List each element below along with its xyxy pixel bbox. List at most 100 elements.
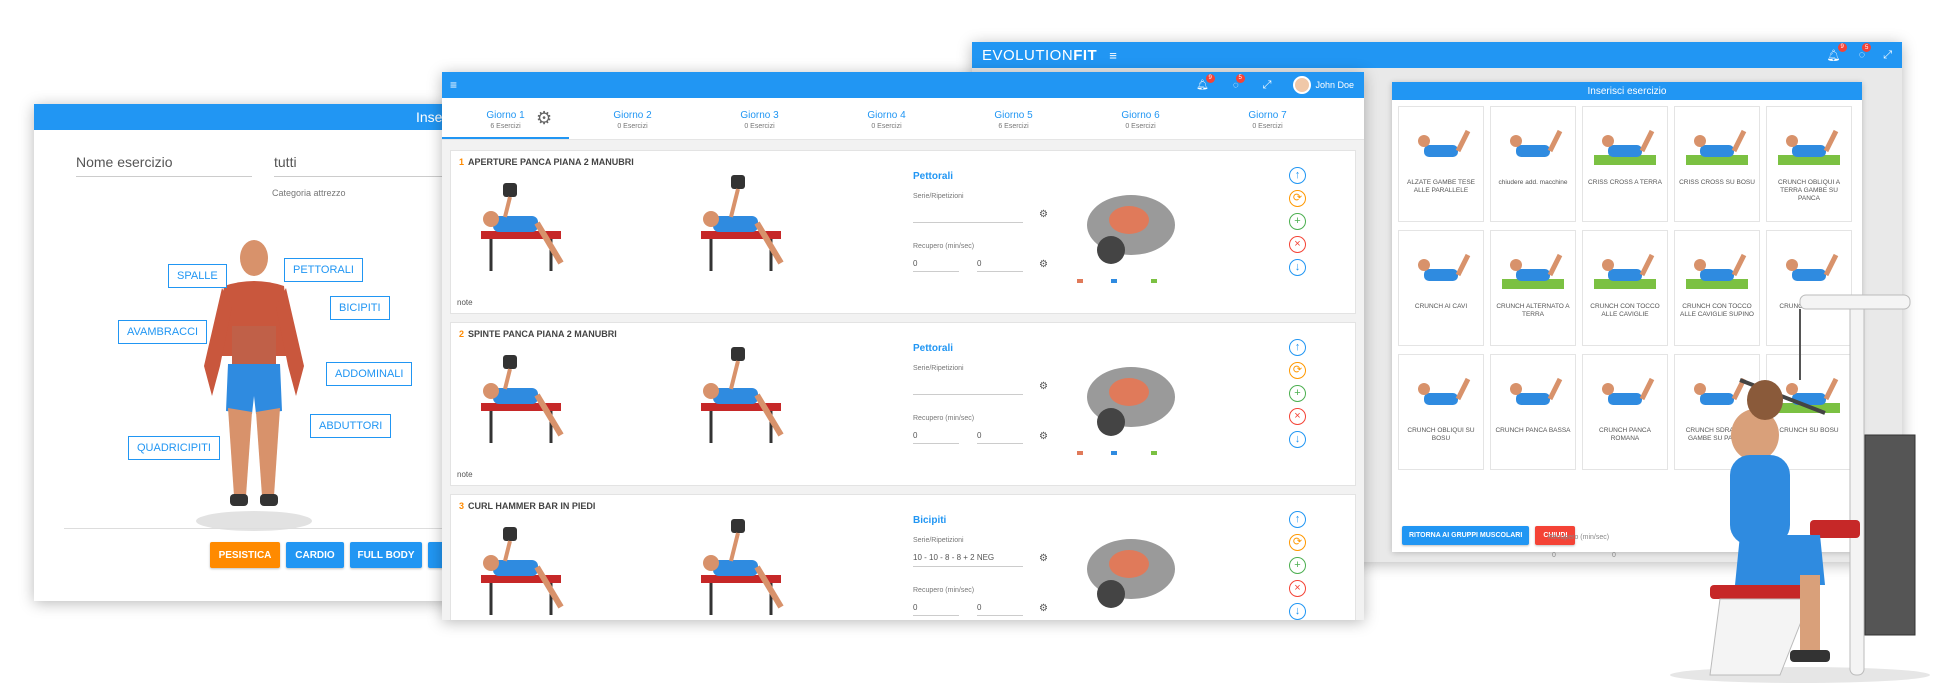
- brand-logo: EVOLUTIONFIT: [982, 46, 1098, 64]
- exercise-card[interactable]: CRUNCH ALTERNATO A TERRA: [1490, 230, 1576, 346]
- note-label[interactable]: note: [457, 470, 473, 479]
- muscle-tag-quadricipiti[interactable]: QUADRICIPITI: [128, 436, 220, 460]
- bell-icon[interactable]: 🔔︎ 9: [1196, 73, 1215, 91]
- exercise-card[interactable]: CRISS CROSS SU BOSU: [1674, 106, 1760, 222]
- tab-label: Giorno 7: [1248, 110, 1287, 121]
- rest-minutes-input[interactable]: 0: [913, 259, 959, 272]
- move-up-icon[interactable]: ↑: [1289, 167, 1306, 184]
- rest-seconds-input[interactable]: 0: [977, 259, 1023, 272]
- tab-giorno-3[interactable]: Giorno 3 0 Esercizi: [696, 98, 823, 139]
- exercise-card-label: CRISS CROSS SU BOSU: [1679, 179, 1755, 186]
- series-settings-icon[interactable]: ⚙: [1039, 381, 1048, 392]
- tab-giorno-2[interactable]: Giorno 2 0 Esercizi: [569, 98, 696, 139]
- rest-settings-icon[interactable]: ⚙: [1039, 259, 1048, 270]
- exercise-card[interactable]: chiudere add. macchine: [1490, 106, 1576, 222]
- exercise-thumbnail: [1418, 377, 1471, 405]
- cardio-button[interactable]: CARDIO: [286, 542, 344, 568]
- swap-icon[interactable]: ⟳: [1289, 190, 1306, 207]
- full-body-button[interactable]: FULL BODY: [350, 542, 422, 568]
- back-footer-val1: 0: [1552, 552, 1556, 559]
- fullscreen-icon[interactable]: ⤢: [1263, 79, 1272, 92]
- muscle-tag-addominali[interactable]: ADDOMINALI: [326, 362, 413, 386]
- bell-icon[interactable]: 🔔︎ 9: [1827, 42, 1847, 62]
- series-input[interactable]: [913, 209, 1023, 223]
- swap-icon[interactable]: ⟳: [1289, 362, 1306, 379]
- exercise-end-image: [701, 175, 784, 271]
- series-input[interactable]: [913, 381, 1023, 395]
- message-badge: 5: [1862, 43, 1872, 52]
- add-icon[interactable]: +: [1289, 385, 1306, 402]
- tab-exercise-count: 0 Esercizi: [617, 123, 648, 130]
- move-down-icon[interactable]: ↓: [1289, 431, 1306, 448]
- fullscreen-icon[interactable]: ⤢: [1883, 49, 1892, 62]
- move-down-icon[interactable]: ↓: [1289, 259, 1306, 276]
- tab-giorno-4[interactable]: Giorno 4 0 Esercizi: [823, 98, 950, 139]
- rest-seconds-input[interactable]: 0: [977, 603, 1023, 616]
- add-icon[interactable]: +: [1289, 213, 1306, 230]
- delete-icon[interactable]: ×: [1289, 580, 1306, 597]
- tab-giorno-7[interactable]: Giorno 7 0 Esercizi: [1204, 98, 1331, 139]
- tab-giorno-6[interactable]: Giorno 6 0 Esercizi: [1077, 98, 1204, 139]
- exercise-card[interactable]: CRUNCH PANCA BASSA: [1490, 354, 1576, 470]
- muscle-tag-pettorali[interactable]: PETTORALI: [284, 258, 363, 282]
- left-divider: [64, 528, 474, 529]
- rest-seconds-input[interactable]: 0: [977, 431, 1023, 444]
- exercise-end-image: [701, 519, 784, 615]
- rest-label: Recupero (min/sec): [913, 587, 975, 594]
- chat-icon[interactable]: ◌ 5: [1233, 73, 1245, 91]
- tab-giorno-5[interactable]: Giorno 5 6 Esercizi: [950, 98, 1077, 139]
- exercise-start-image: [481, 183, 564, 271]
- exercise-card[interactable]: CRUNCH OBLIQUI SU BOSU: [1398, 354, 1484, 470]
- muscle-tag-abduttori[interactable]: ABDUTTORI: [310, 414, 392, 438]
- exercise-card-label: CRISS CROSS A TERRA: [1588, 179, 1662, 186]
- move-up-icon[interactable]: ↑: [1289, 511, 1306, 528]
- tab-label: Giorno 5: [994, 110, 1033, 121]
- exercise-end-image: [701, 347, 784, 443]
- tab-exercise-count: 0 Esercizi: [1252, 123, 1283, 130]
- muscle-anatomy-chart: [1071, 337, 1197, 461]
- muscle-tag-avambracci[interactable]: AVAMBRACCI: [118, 320, 208, 344]
- move-down-icon[interactable]: ↓: [1289, 603, 1306, 620]
- series-settings-icon[interactable]: ⚙: [1039, 209, 1048, 220]
- delete-icon[interactable]: ×: [1289, 236, 1306, 253]
- notification-badge: 9: [1837, 42, 1847, 52]
- back-footer-val2: 0: [1612, 552, 1616, 559]
- swap-icon[interactable]: ⟳: [1289, 534, 1306, 551]
- user-name[interactable]: John Doe: [1315, 80, 1354, 90]
- note-label[interactable]: note: [457, 298, 473, 307]
- pesistica-button[interactable]: PESISTICA: [210, 542, 280, 568]
- rest-settings-icon[interactable]: ⚙: [1039, 431, 1048, 442]
- tab-exercise-count: 6 Esercizi: [998, 123, 1029, 130]
- lat-machine-illustration: [1670, 294, 1930, 683]
- exercise-thumbnail: [1502, 253, 1564, 289]
- exercise-card-label: CRUNCH OBLIQUI A TERRA GAMBE SU PANCA: [1777, 179, 1841, 203]
- rest-minutes-input[interactable]: 0: [913, 431, 959, 444]
- notification-badge: 9: [1205, 73, 1215, 83]
- muscle-tag-spalle[interactable]: SPALLE: [168, 264, 227, 288]
- series-input[interactable]: 10 - 10 - 8 - 8 + 2 NEG: [913, 553, 1023, 567]
- menu-icon[interactable]: ≡: [1109, 48, 1117, 63]
- exercise-card[interactable]: CRUNCH AI CAVI: [1398, 230, 1484, 346]
- series-settings-icon[interactable]: ⚙: [1039, 553, 1048, 564]
- series-label: Serie/Ripetizioni: [913, 193, 964, 200]
- user-avatar[interactable]: [1293, 76, 1312, 94]
- tab-exercise-count: 0 Esercizi: [744, 123, 775, 130]
- gear-icon[interactable]: ⚙: [536, 108, 552, 129]
- muscle-tag-bicipiti[interactable]: BICIPITI: [330, 296, 390, 320]
- add-icon[interactable]: +: [1289, 557, 1306, 574]
- move-up-icon[interactable]: ↑: [1289, 339, 1306, 356]
- back-to-groups-button[interactable]: RITORNA AI GRUPPI MUSCOLARI: [1402, 526, 1530, 545]
- main-window: ≡ 🔔︎ 9 ◌ 5 ⤢ John Doe Giorno 16 Esercizi Gi…: [442, 72, 1364, 620]
- menu-icon[interactable]: ≡: [450, 78, 457, 92]
- rest-label: Recupero (min/sec): [913, 415, 975, 422]
- rest-settings-icon[interactable]: ⚙: [1039, 603, 1048, 614]
- exercise-start-image: [481, 527, 564, 615]
- rest-minutes-input[interactable]: 0: [913, 603, 959, 616]
- back-footer-label: Recupero (min/sec): [1548, 534, 1610, 541]
- chat-icon[interactable]: ◌ 5: [1859, 43, 1872, 61]
- delete-icon[interactable]: ×: [1289, 408, 1306, 425]
- exercise-card[interactable]: CRUNCH OBLIQUI A TERRA GAMBE SU PANCA: [1766, 106, 1852, 222]
- exercise-name-input[interactable]: Nome esercizio: [76, 154, 252, 177]
- exercise-card[interactable]: ALZATE GAMBE TESE ALLE PARALLELE: [1398, 106, 1484, 222]
- exercise-card[interactable]: CRISS CROSS A TERRA: [1582, 106, 1668, 222]
